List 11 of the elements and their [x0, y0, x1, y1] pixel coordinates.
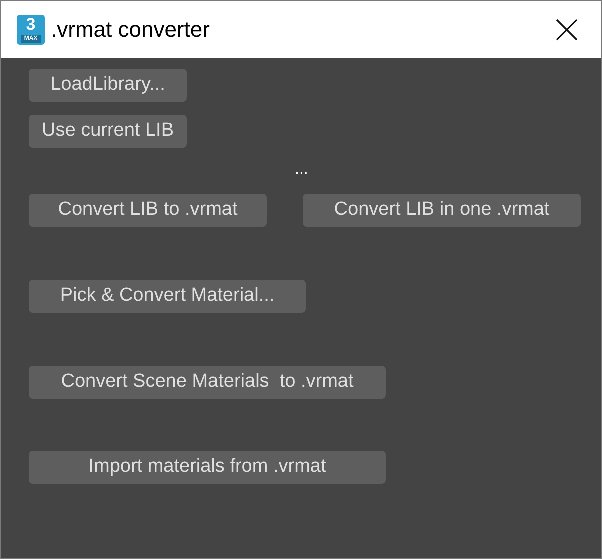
close-button[interactable]	[555, 18, 579, 42]
action-button[interactable]: Convert Scene Materials to .vrmat	[29, 366, 386, 399]
action-button[interactable]: Convert LIB in one .vrmat	[303, 194, 581, 227]
close-icon	[556, 18, 578, 40]
action-button[interactable]: LoadLibrary...	[29, 69, 187, 102]
action-button[interactable]: Use current LIB	[29, 115, 187, 148]
action-button[interactable]: Pick & Convert Material...	[29, 280, 306, 313]
status-label: ...	[295, 162, 308, 180]
window-title: .vrmat converter	[51, 16, 210, 44]
action-button[interactable]: Convert LIB to .vrmat	[29, 194, 267, 227]
action-button[interactable]: Import materials from .vrmat	[29, 451, 386, 484]
